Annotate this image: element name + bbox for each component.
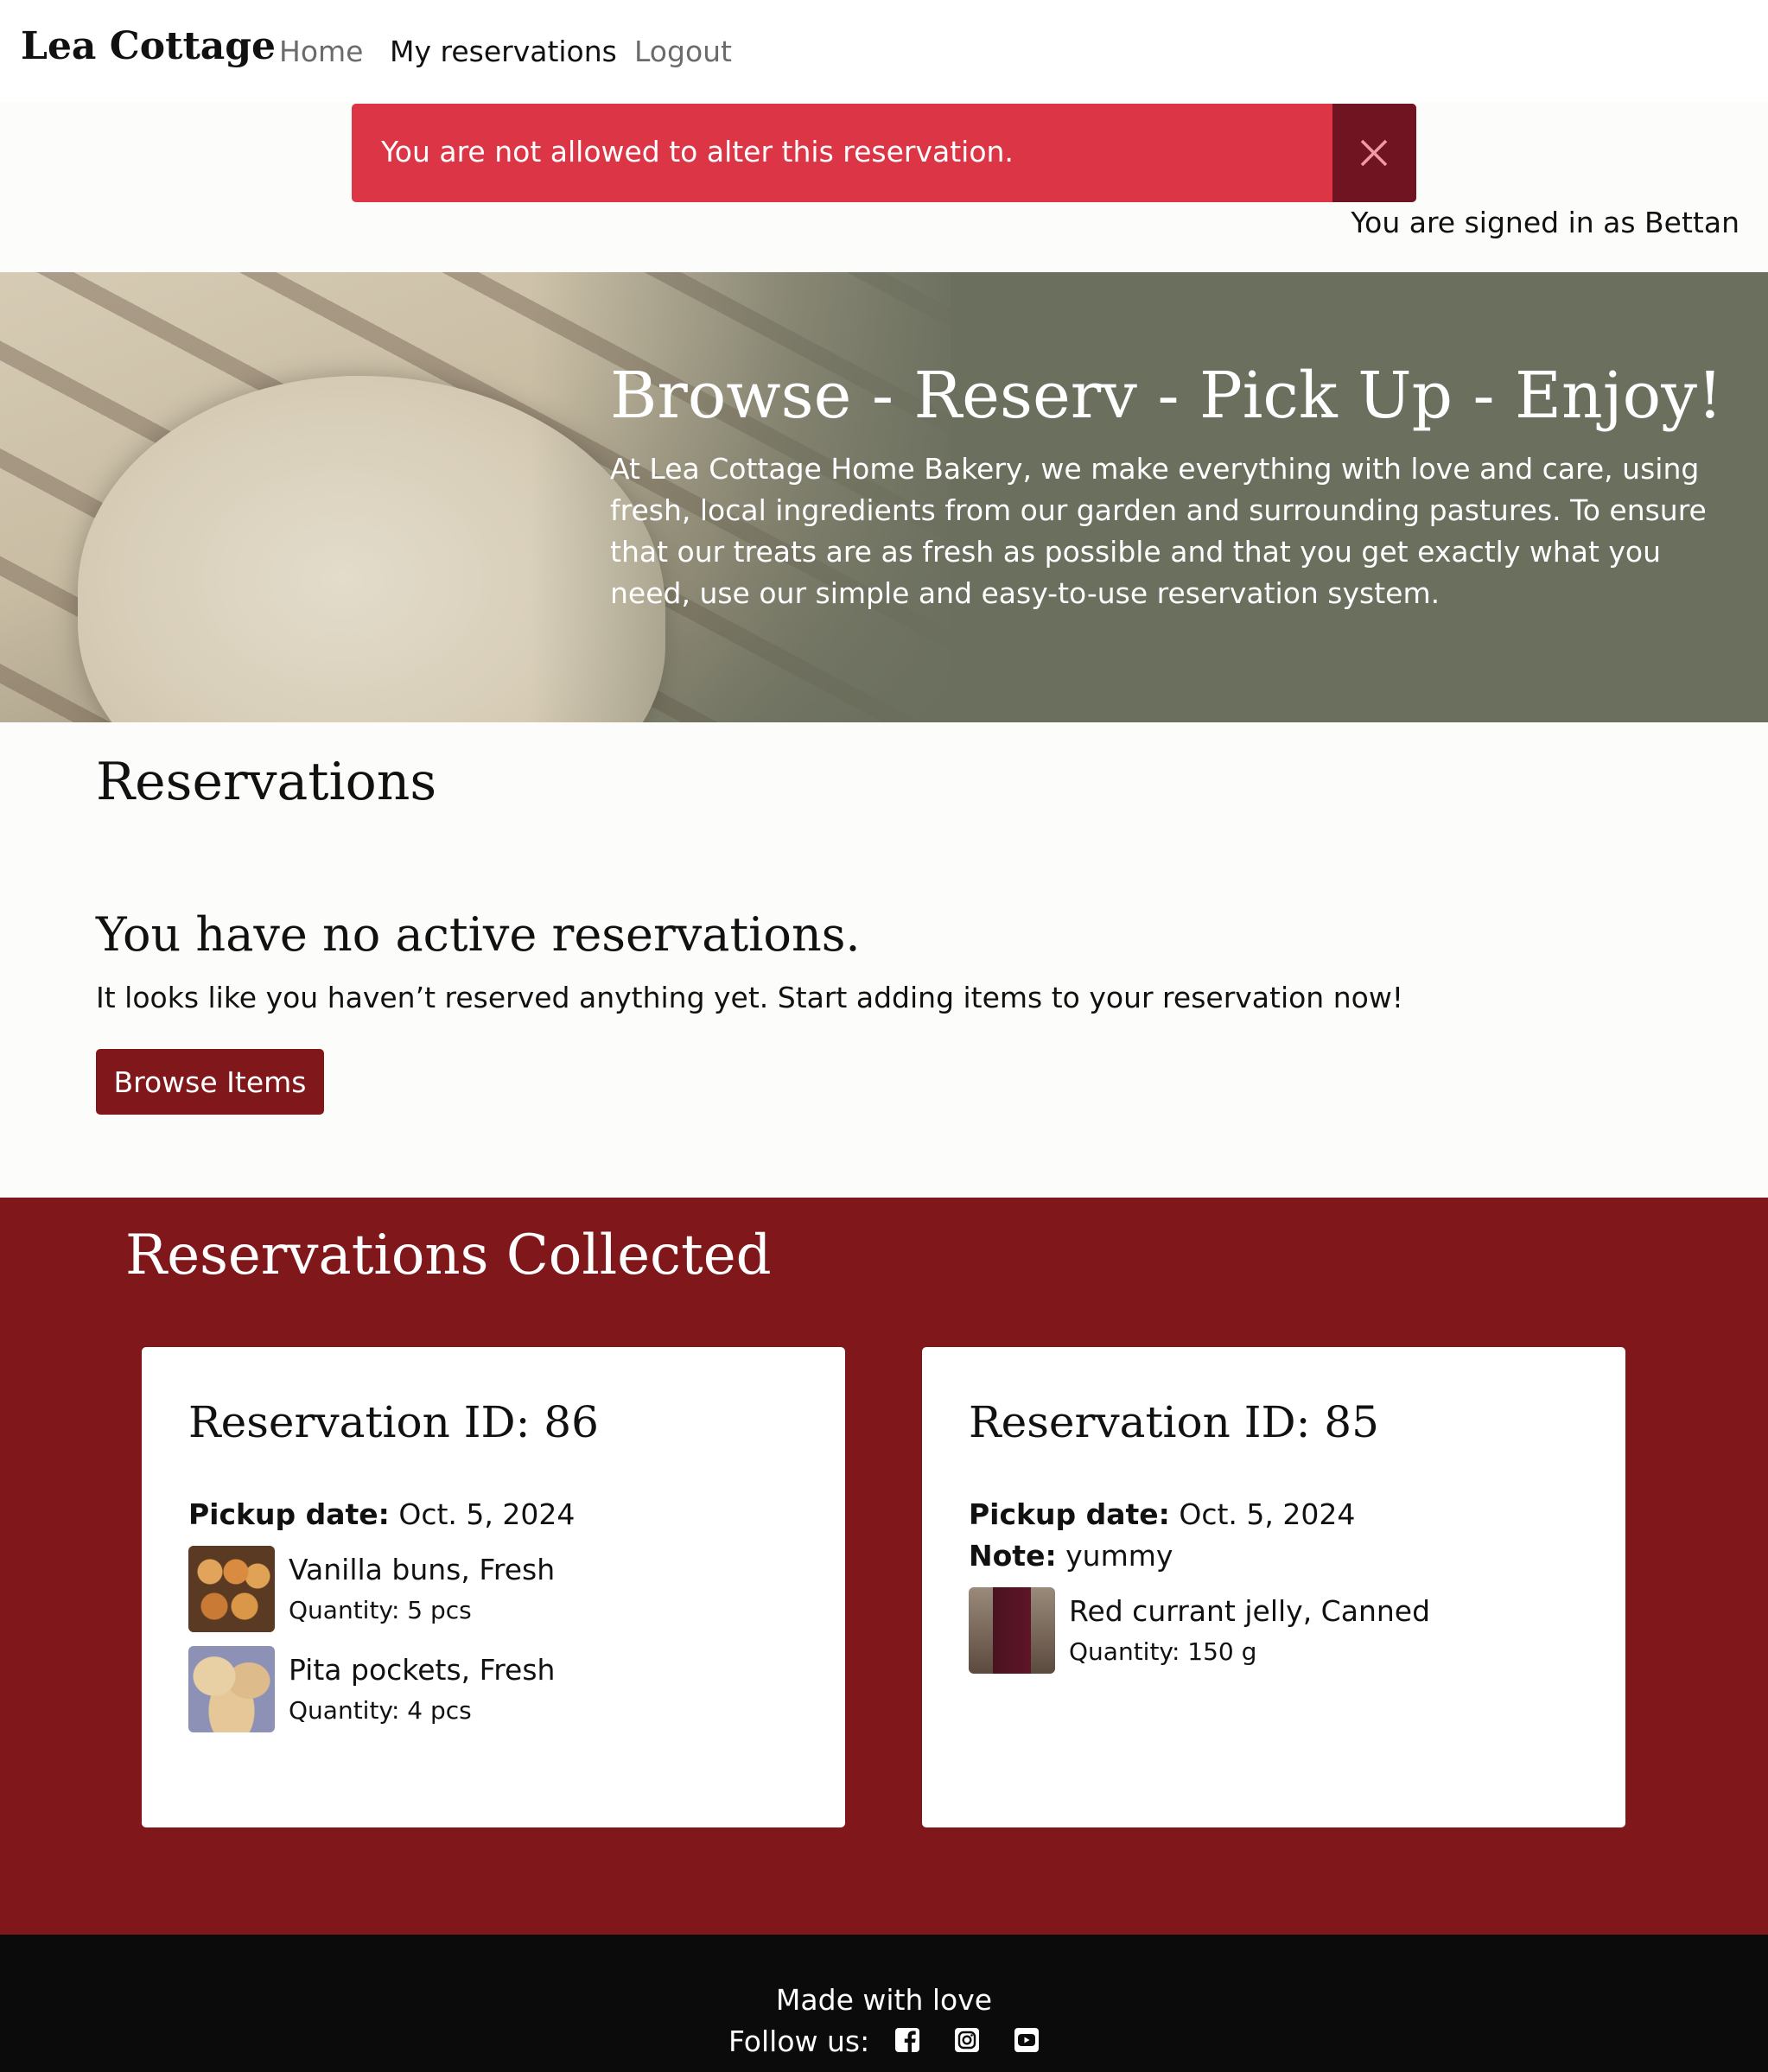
pickup-date-label: Pickup date: [969,1497,1170,1531]
nav-link-my-reservations[interactable]: My reservations [390,35,617,68]
item-quantity: Quantity: 4 pcs [289,1696,472,1725]
signed-in-status: You are signed in as Bettan [1351,206,1739,239]
item-thumbnail [969,1587,1055,1674]
item-name: Red currant jelly, Canned [1069,1594,1431,1628]
nav-link-home[interactable]: Home [279,35,363,68]
list-item: Red currant jelly, Canned Quantity: 150 … [969,1587,1574,1674]
pickup-date-value: Oct. 5, 2024 [1179,1497,1356,1531]
footer: Made with love Follow us: [0,1935,1768,2072]
reservations-heading: Reservations [96,752,437,812]
pickup-date-value: Oct. 5, 2024 [398,1497,576,1531]
collected-heading: Reservations Collected [125,1223,772,1287]
item-quantity: Quantity: 5 pcs [289,1596,472,1624]
navbar: Lea Cottage Home My reservations Logout [0,0,1768,102]
browse-items-button[interactable]: Browse Items [96,1049,324,1115]
alert-message: You are not allowed to alter this reserv… [381,135,1014,168]
pickup-date: Pickup date: Oct. 5, 2024 [969,1497,1355,1531]
pickup-date-label: Pickup date: [188,1497,390,1531]
reservation-id: Reservation ID: 86 [188,1397,599,1447]
collected-section: Reservations Collected Reservation ID: 8… [0,1198,1768,1935]
item-name: Vanilla buns, Fresh [289,1553,556,1586]
reservation-card: Reservation ID: 85 Pickup date: Oct. 5, … [922,1347,1625,1827]
brand-logo[interactable]: Lea Cottage [21,24,276,68]
reservation-id: Reservation ID: 85 [969,1397,1379,1447]
item-quantity: Quantity: 150 g [1069,1637,1257,1666]
nav-link-logout[interactable]: Logout [634,35,732,68]
youtube-icon[interactable] [1013,2026,1040,2054]
empty-state-text: It looks like you haven’t reserved anyth… [96,981,1404,1014]
hero-title: Browse - Reserv - Pick Up - Enjoy! [610,359,1723,433]
reservation-note: Note: yummy [969,1539,1173,1573]
note-label: Note: [969,1539,1057,1573]
facebook-icon[interactable] [894,2026,921,2054]
pickup-date: Pickup date: Oct. 5, 2024 [188,1497,575,1531]
list-item: Vanilla buns, Fresh Quantity: 5 pcs [188,1546,793,1632]
reservation-card: Reservation ID: 86 Pickup date: Oct. 5, … [142,1347,845,1827]
error-alert: You are not allowed to alter this reserv… [352,104,1416,202]
item-thumbnail [188,1646,275,1732]
list-item: Pita pockets, Fresh Quantity: 4 pcs [188,1646,793,1732]
footer-made-with-love: Made with love [775,1983,993,2017]
hero-description: At Lea Cottage Home Bakery, we make ever… [610,452,1707,610]
footer-follow-label: Follow us: [728,2024,870,2058]
hero-banner: Browse - Reserv - Pick Up - Enjoy! At Le… [0,272,1768,722]
instagram-icon[interactable] [953,2026,981,2054]
empty-state-heading: You have no active reservations. [96,907,861,962]
note-value: yummy [1065,1539,1173,1573]
item-thumbnail [188,1546,275,1632]
close-icon [1360,139,1388,167]
alert-close-button[interactable] [1332,104,1416,202]
item-name: Pita pockets, Fresh [289,1653,556,1687]
